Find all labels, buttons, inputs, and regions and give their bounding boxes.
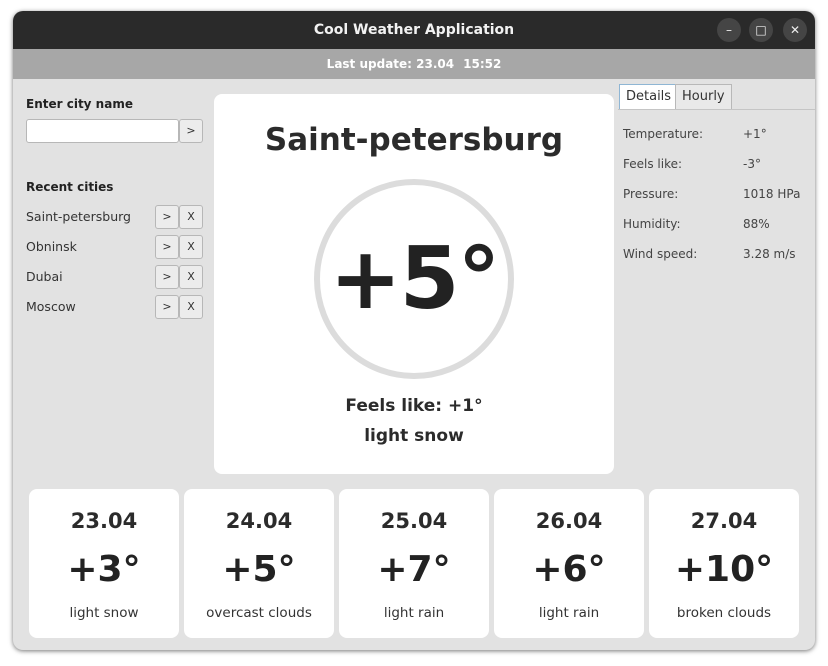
current-city-name: Saint-petersburg — [264, 122, 564, 158]
detail-label: Temperature: — [623, 127, 704, 141]
detail-label: Humidity: — [623, 217, 681, 231]
forecast-date: 26.04 — [535, 509, 603, 533]
city-input-label: Enter city name — [26, 97, 133, 111]
last-update-label: Last update: — [326, 57, 412, 71]
minimize-button[interactable]: – — [717, 18, 741, 42]
tab-hourly[interactable]: Hourly — [675, 84, 732, 110]
forecast-condition: light rain — [383, 605, 445, 621]
current-weather-card: Saint-petersburg +5° Feels like: +1° lig… — [214, 94, 614, 474]
recent-city-open-button[interactable]: > — [155, 295, 179, 319]
recent-city-remove-button[interactable]: X — [179, 205, 203, 229]
detail-value: 88% — [743, 217, 770, 231]
forecast-card: 24.04 +5° overcast clouds — [184, 489, 334, 638]
recent-city-remove-button[interactable]: X — [179, 295, 203, 319]
forecast-card: 25.04 +7° light rain — [339, 489, 489, 638]
detail-value: +1° — [743, 127, 767, 141]
recent-city-open-button[interactable]: > — [155, 235, 179, 259]
recent-city-remove-button[interactable]: X — [179, 235, 203, 259]
recent-city-name: Saint-petersburg — [26, 209, 131, 224]
last-update-date: 23.04 — [416, 57, 455, 71]
recent-city-open-button[interactable]: > — [155, 205, 179, 229]
detail-value: 3.28 m/s — [743, 247, 796, 261]
current-feels-like: Feels like: +1° — [345, 396, 483, 416]
window-title: Cool Weather Application — [313, 22, 515, 38]
forecast-condition: overcast clouds — [206, 605, 312, 621]
temperature-ring: +5° — [314, 179, 514, 379]
city-name-input[interactable] — [26, 119, 179, 143]
recent-cities-label: Recent cities — [26, 180, 114, 194]
recent-city-remove-button[interactable]: X — [179, 265, 203, 289]
tab-details[interactable]: Details — [619, 84, 679, 110]
forecast-temperature: +5° — [222, 549, 296, 590]
forecast-condition: light snow — [69, 605, 139, 621]
detail-label: Wind speed: — [623, 247, 698, 261]
forecast-temperature: +3° — [67, 549, 141, 590]
forecast-date: 23.04 — [70, 509, 138, 533]
forecast-card: 27.04 +10° broken clouds — [649, 489, 799, 638]
forecast-temperature: +7° — [377, 549, 451, 590]
detail-value: -3° — [743, 157, 761, 171]
last-update-time: 15:52 — [463, 57, 502, 71]
last-update-bar: Last update: 23.04 15:52 — [13, 49, 815, 79]
detail-value: 1018 HPa — [743, 187, 801, 201]
forecast-card: 26.04 +6° light rain — [494, 489, 644, 638]
current-description: light snow — [364, 426, 464, 446]
forecast-condition: light rain — [538, 605, 600, 621]
recent-city-name: Obninsk — [26, 239, 77, 254]
forecast-date: 25.04 — [380, 509, 448, 533]
tab-divider — [618, 109, 815, 110]
forecast-date: 27.04 — [690, 509, 758, 533]
forecast-temperature: +6° — [532, 549, 606, 590]
forecast-card: 23.04 +3° light snow — [29, 489, 179, 638]
maximize-button[interactable]: □ — [749, 18, 773, 42]
recent-city-open-button[interactable]: > — [155, 265, 179, 289]
app-window: Cool Weather Application – □ ✕ Last upda… — [13, 11, 815, 650]
detail-label: Feels like: — [623, 157, 683, 171]
recent-city-name: Moscow — [26, 299, 76, 314]
forecast-date: 24.04 — [225, 509, 293, 533]
forecast-condition: broken clouds — [676, 605, 772, 621]
detail-label: Pressure: — [623, 187, 679, 201]
title-bar[interactable]: Cool Weather Application – □ ✕ — [13, 11, 815, 49]
recent-city-name: Dubai — [26, 269, 63, 284]
search-go-button[interactable]: > — [179, 119, 203, 143]
forecast-temperature: +10° — [674, 549, 774, 590]
current-temperature: +5° — [329, 229, 501, 329]
close-button[interactable]: ✕ — [783, 18, 807, 42]
